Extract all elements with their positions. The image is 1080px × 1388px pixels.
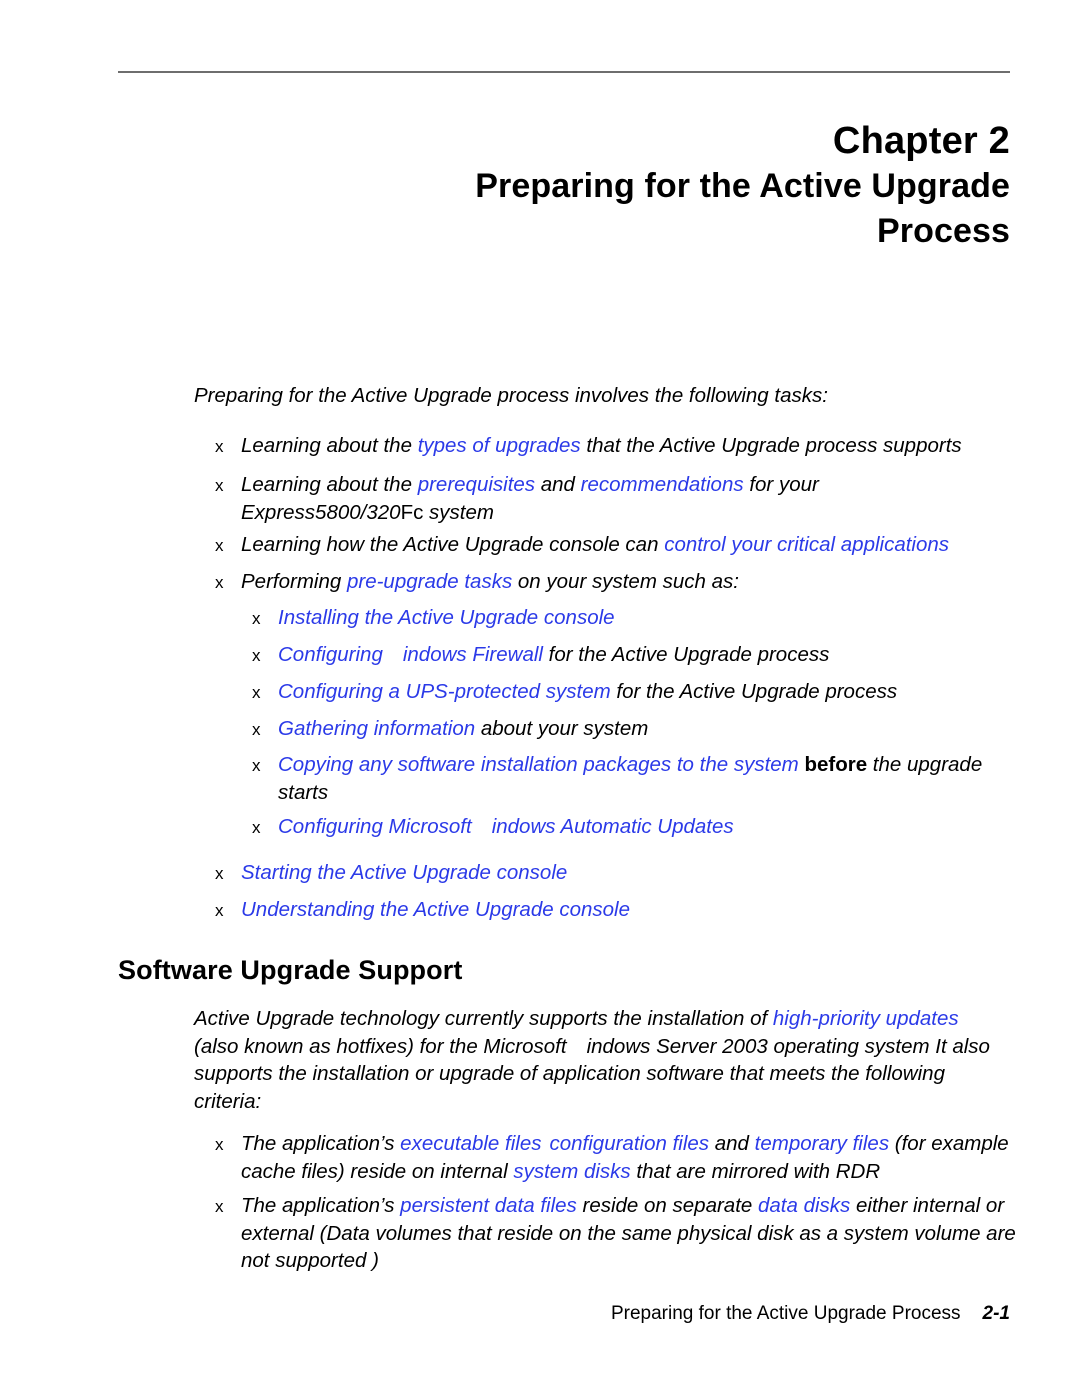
bullet-marker-icon: x bbox=[215, 1197, 224, 1216]
text-segment: on your system such as: bbox=[512, 570, 739, 593]
link-understanding-console[interactable]: Understanding the Active Upgrade console bbox=[241, 898, 630, 921]
link-types-of-upgrades[interactable]: types of upgrades bbox=[418, 434, 581, 457]
bullet-marker-icon: x bbox=[252, 720, 261, 739]
document-page: Chapter 2 Preparing for the Active Upgra… bbox=[0, 0, 1080, 1388]
text-segment: Performing bbox=[241, 570, 347, 593]
text-segment: that are mirrored with RDR bbox=[630, 1159, 881, 1183]
link-executable-files[interactable]: executable files bbox=[400, 1132, 541, 1155]
bullet-row: x Configuring a UPS-protected system for… bbox=[252, 678, 1022, 706]
list-item: x Copying any software installation pack… bbox=[252, 751, 1022, 806]
bullet-marker-icon: x bbox=[252, 646, 261, 665]
list-item: x Installing the Active Upgrade console bbox=[252, 604, 1022, 632]
bullet-row: x Understanding the Active Upgrade conso… bbox=[215, 896, 1015, 924]
footer-running-title: Preparing for the Active Upgrade Process bbox=[610, 1303, 961, 1324]
link-control-critical-applications[interactable]: control your critical applications bbox=[664, 533, 949, 556]
list-item: x Performing pre-upgrade tasks on your s… bbox=[215, 568, 1015, 596]
link-high-priority-updates[interactable]: high-priority updates bbox=[773, 1007, 959, 1030]
section-heading: Software Upgrade Support bbox=[118, 955, 463, 985]
link-system-disks[interactable]: system disks bbox=[513, 1160, 630, 1183]
intro-paragraph: Preparing for the Active Upgrade process… bbox=[194, 384, 828, 407]
link-configuration-files[interactable]: configuration files bbox=[549, 1132, 709, 1155]
list-item: x Configuring a UPS-protected system for… bbox=[252, 678, 1022, 706]
link-windows-automatic-updates[interactable]: indows Automatic Updates bbox=[492, 815, 734, 838]
bullet-row: x Configuring indows Firewall for the Act… bbox=[252, 641, 1022, 669]
text-segment: that the Active Upgrade process supports bbox=[580, 434, 962, 457]
emphasis-before: before bbox=[804, 753, 868, 776]
text-segment: for your bbox=[743, 473, 819, 496]
list-item: x Configuring indows Firewall for the Act… bbox=[252, 641, 1022, 669]
bullet-marker-icon: x bbox=[215, 573, 224, 592]
list-item: x Configuring Microsoft indows Automatic … bbox=[252, 813, 1022, 841]
link-prerequisites[interactable]: prerequisites bbox=[418, 473, 535, 496]
list-item: x Learning about the types of upgrades t… bbox=[215, 432, 1015, 460]
bullet-marker-icon: x bbox=[215, 536, 224, 555]
section-paragraph: Active Upgrade technology currently supp… bbox=[194, 1005, 1006, 1115]
link-persistent-data-files[interactable]: persistent data files bbox=[400, 1194, 577, 1217]
bullet-row: x Configuring Microsoft indows Automatic … bbox=[252, 813, 1022, 841]
bullet-row: x Starting the Active Upgrade console bbox=[215, 859, 1015, 887]
chapter-number: Chapter 2 bbox=[832, 120, 1010, 162]
text-segment: for the Active Upgrade process bbox=[610, 680, 898, 703]
link-windows-firewall[interactable]: indows Firewall bbox=[403, 643, 543, 666]
list-item: x Learning about the prerequisites and r… bbox=[215, 471, 1015, 526]
chapter-heading: Chapter 2 Preparing for the Active Upgra… bbox=[118, 118, 1010, 254]
bullet-row: x Learning how the Active Upgrade consol… bbox=[215, 531, 1015, 559]
text-segment-roman: Fc bbox=[400, 500, 424, 524]
link-gathering-information[interactable]: Gathering information bbox=[278, 717, 475, 740]
page-number: 2-1 bbox=[982, 1303, 1010, 1324]
text-segment: Learning about the bbox=[241, 473, 418, 496]
link-copying-packages[interactable]: Copying any software installation packag… bbox=[278, 753, 799, 776]
bullet-row: x Installing the Active Upgrade console bbox=[252, 604, 1022, 632]
bullet-row: x Performing pre-upgrade tasks on your s… bbox=[215, 568, 1015, 596]
bullet-row: x Gathering information about your syste… bbox=[252, 715, 1022, 743]
link-configuring[interactable]: Configuring bbox=[278, 643, 383, 666]
list-item: x The application’s persistent data file… bbox=[215, 1192, 1023, 1275]
link-installing-console[interactable]: Installing the Active Upgrade console bbox=[278, 606, 615, 629]
bullet-row: x The application’s persistent data file… bbox=[215, 1192, 1023, 1275]
bullet-row: x Learning about the prerequisites and r… bbox=[215, 471, 1015, 526]
text-segment: and bbox=[535, 473, 581, 496]
link-starting-console[interactable]: Starting the Active Upgrade console bbox=[241, 861, 567, 884]
text-segment: The application’s bbox=[241, 1132, 401, 1155]
list-item: x Starting the Active Upgrade console bbox=[215, 859, 1015, 887]
text-segment: (also known as hotfixes) for the Microso… bbox=[194, 1034, 567, 1058]
list-item: x The application’s executable files conf… bbox=[215, 1130, 1020, 1185]
list-item: x Gathering information about your syste… bbox=[252, 715, 1022, 743]
link-recommendations[interactable]: recommendations bbox=[581, 473, 744, 496]
bullet-marker-icon: x bbox=[215, 476, 224, 495]
text-segment: Express5800/320 bbox=[241, 500, 401, 524]
bullet-marker-icon: x bbox=[252, 609, 261, 628]
text-segment: about your system bbox=[475, 717, 649, 740]
bullet-marker-icon: x bbox=[215, 864, 224, 883]
chapter-title-line-1: Preparing for the Active Upgrade bbox=[475, 167, 1010, 205]
page-footer: Preparing for the Active Upgrade Process… bbox=[118, 1303, 1010, 1325]
link-ups-protected-system[interactable]: Configuring a UPS-protected system bbox=[278, 680, 611, 703]
bullet-marker-icon: x bbox=[252, 818, 261, 837]
link-pre-upgrade-tasks[interactable]: pre-upgrade tasks bbox=[347, 570, 512, 593]
link-data-disks[interactable]: data disks bbox=[758, 1194, 850, 1217]
link-configuring-microsoft[interactable]: Configuring Microsoft bbox=[278, 815, 472, 838]
text-segment: Learning about the bbox=[241, 434, 418, 457]
bullet-marker-icon: x bbox=[252, 756, 261, 775]
bullet-marker-icon: x bbox=[252, 683, 261, 702]
bullet-marker-icon: x bbox=[215, 901, 224, 920]
list-item: x Learning how the Active Upgrade consol… bbox=[215, 531, 1015, 559]
bullet-row: x The application’s executable files conf… bbox=[215, 1130, 1020, 1185]
text-segment: The application’s bbox=[241, 1194, 401, 1217]
text-segment: for the Active Upgrade process bbox=[542, 643, 830, 666]
chapter-title-line-2: Process bbox=[876, 212, 1010, 250]
list-item: x Understanding the Active Upgrade conso… bbox=[215, 896, 1015, 924]
text-segment: Active Upgrade technology currently supp… bbox=[194, 1007, 773, 1030]
bullet-row: x Copying any software installation pack… bbox=[252, 751, 1022, 806]
link-temporary-files[interactable]: temporary files bbox=[755, 1132, 889, 1155]
text-segment: and bbox=[709, 1132, 755, 1155]
text-segment: system bbox=[423, 500, 494, 524]
text-segment: Learning how the Active Upgrade console … bbox=[241, 533, 665, 556]
bullet-row: x Learning about the types of upgrades t… bbox=[215, 432, 1015, 460]
bullet-marker-icon: x bbox=[215, 437, 224, 456]
bullet-marker-icon: x bbox=[215, 1135, 224, 1154]
text-segment: reside on separate bbox=[576, 1194, 758, 1217]
header-rule bbox=[118, 71, 1010, 73]
